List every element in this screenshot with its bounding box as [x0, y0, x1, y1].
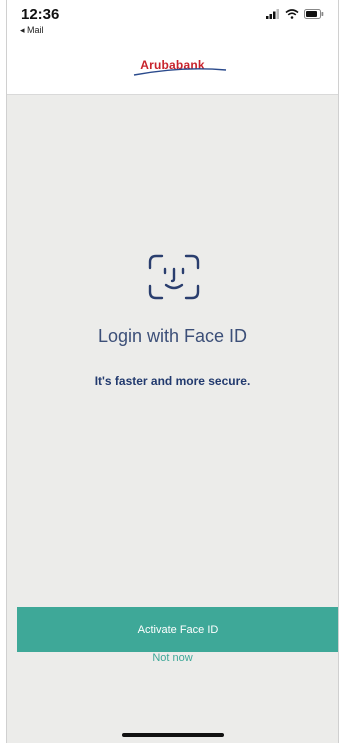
- home-indicator[interactable]: [122, 733, 224, 737]
- status-icons: [266, 9, 324, 19]
- faceid-subtitle: It's faster and more secure.: [94, 374, 251, 388]
- status-time: 12:36: [21, 6, 60, 23]
- faceid-title: Login with Face ID: [97, 326, 248, 346]
- activate-face-id-button[interactable]: Activate Face ID: [17, 607, 338, 652]
- logo-swoosh-icon: [133, 68, 227, 76]
- wifi-icon: [285, 9, 299, 19]
- top-bar: 12:36 ◂ Mail Arubabank: [7, 0, 338, 95]
- back-to-mail-link[interactable]: ◂ Mail: [20, 25, 44, 36]
- battery-icon: [304, 9, 324, 19]
- signal-icon: [266, 9, 279, 19]
- not-now-link[interactable]: Not now: [7, 652, 338, 664]
- faceid-panel: Login with Face ID It's faster and more …: [7, 94, 338, 743]
- face-id-icon: [148, 254, 200, 300]
- bank-logo: Arubabank: [7, 56, 338, 76]
- app-screen: 12:36 ◂ Mail Arubabank Login with Face I…: [6, 0, 339, 743]
